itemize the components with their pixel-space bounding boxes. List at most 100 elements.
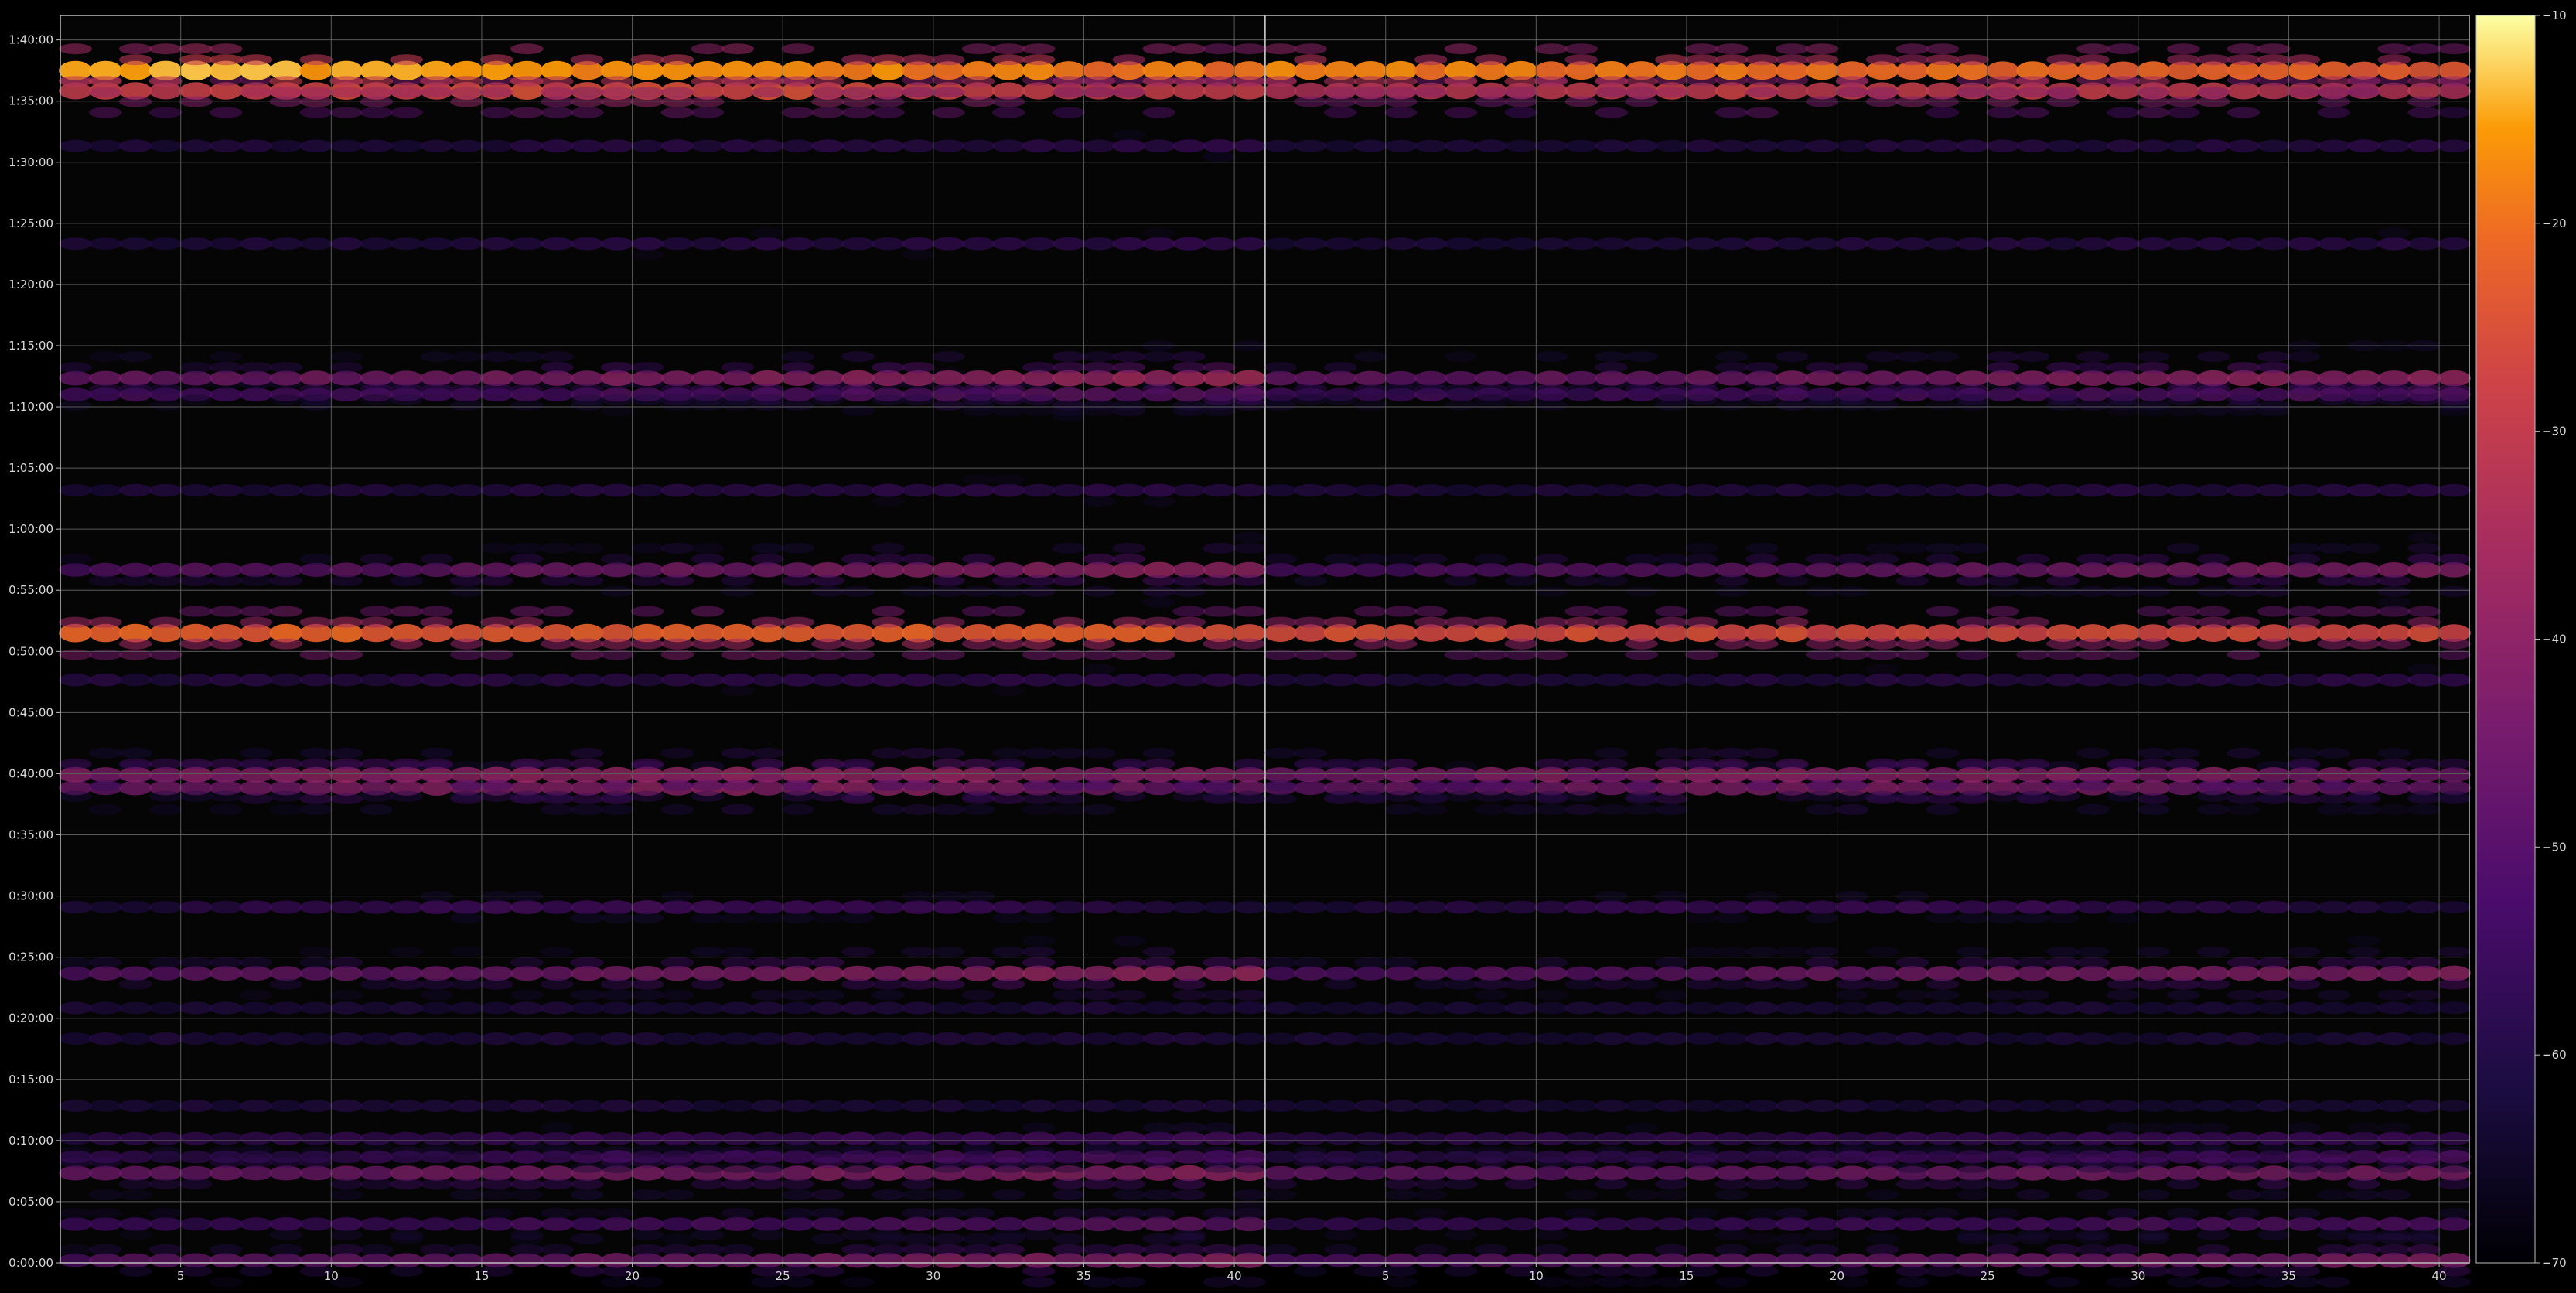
heat-cell — [1172, 989, 1206, 1001]
heat-cell — [88, 139, 122, 152]
heat-cell — [1655, 803, 1688, 815]
heat-cell — [1203, 957, 1236, 968]
heat-cell — [1414, 484, 1448, 497]
heat-cell — [2016, 1217, 2050, 1231]
heat-cell — [1625, 1276, 1659, 1288]
heat-cell — [420, 989, 453, 1001]
heat-cell — [902, 673, 935, 687]
heat-cell — [1564, 54, 1598, 66]
heat-cell — [1022, 747, 1056, 759]
heat-cell — [299, 1165, 333, 1181]
heat-cell — [931, 87, 965, 98]
heat-cell — [1294, 1265, 1327, 1277]
heat-cell — [118, 1100, 152, 1113]
heat-cell — [1835, 767, 1869, 783]
heat-cell — [1714, 585, 1749, 597]
heat-cell — [59, 1244, 92, 1255]
heat-cell — [1264, 1244, 1297, 1255]
heat-cell — [1172, 1131, 1206, 1146]
heat-cell — [2107, 900, 2140, 914]
heat-cell — [781, 780, 815, 791]
heat-cell — [781, 107, 815, 118]
heat-cell — [329, 139, 363, 152]
heat-cell — [811, 900, 844, 914]
heat-cell — [329, 649, 363, 660]
heat-cell — [660, 1131, 694, 1145]
heat-cell — [1384, 553, 1418, 565]
heat-cell — [1112, 1001, 1146, 1015]
heat-cell — [570, 1144, 604, 1155]
heat-cell — [540, 484, 574, 497]
heat-cell — [209, 575, 243, 586]
heat-cell — [1714, 139, 1749, 152]
heat-cell — [2377, 1162, 2411, 1173]
heat-cell — [1294, 1253, 1327, 1267]
heat-cell — [1625, 87, 1659, 98]
heat-cell — [2016, 237, 2050, 251]
heat-cell — [2438, 649, 2471, 660]
heat-cell — [2377, 673, 2411, 687]
heat-cell — [2016, 384, 2050, 395]
heat-cell — [691, 384, 725, 395]
heat-cell — [1203, 1032, 1236, 1046]
y-tick-label: 1:00:00 — [9, 522, 53, 536]
heat-cell — [2257, 1032, 2291, 1045]
heat-cell — [1835, 1253, 1869, 1268]
heat-cell — [721, 370, 755, 386]
heat-cell — [691, 1001, 725, 1015]
heat-cell — [450, 946, 483, 957]
heat-cell — [630, 1100, 664, 1113]
heat-cell — [1203, 1162, 1236, 1173]
heat-cell — [811, 87, 844, 98]
heat-cell — [2076, 966, 2110, 981]
heat-cell — [1022, 793, 1056, 804]
heat-cell — [660, 575, 694, 586]
colorbar-tick-label: −20 — [2542, 217, 2567, 230]
heat-cell — [1595, 767, 1629, 783]
heat-cell — [1865, 790, 1899, 802]
heat-cell — [1504, 563, 1538, 577]
heat-cell — [1625, 638, 1659, 650]
heat-cell — [2377, 394, 2411, 406]
heat-cell — [872, 542, 905, 554]
heat-cell — [2317, 1276, 2351, 1288]
heat-cell — [600, 913, 634, 924]
heat-cell — [1534, 400, 1568, 411]
heat-cell — [1865, 1131, 1899, 1145]
heat-cell — [1805, 1001, 1839, 1015]
heat-cell — [570, 54, 604, 66]
heat-cell — [1142, 76, 1176, 87]
heat-cell — [811, 649, 844, 660]
heat-cell — [269, 606, 303, 617]
heat-cell — [2226, 394, 2260, 406]
heat-cell — [691, 638, 725, 650]
heat-cell — [1956, 966, 1990, 981]
heat-cell — [1323, 674, 1357, 687]
heat-cell — [811, 790, 844, 802]
heat-cell — [2317, 673, 2351, 687]
heat-cell — [420, 891, 453, 902]
heat-cell — [691, 913, 725, 924]
heat-cell — [1926, 370, 1960, 386]
heat-cell — [1895, 370, 1929, 386]
heat-cell — [179, 1131, 213, 1145]
heat-cell — [2166, 107, 2200, 118]
heat-cell — [931, 1233, 965, 1244]
heat-cell — [1714, 1217, 1749, 1231]
heat-cell — [931, 1131, 965, 1145]
heat-cell — [1052, 1253, 1086, 1268]
heat-cell — [1775, 978, 1809, 990]
heat-cell — [2377, 562, 2411, 578]
heat-cell — [691, 1100, 725, 1112]
heat-cell — [2196, 790, 2230, 802]
heat-cell — [751, 384, 785, 395]
heat-cell — [1294, 139, 1327, 152]
heat-cell — [1414, 370, 1448, 386]
heat-cell — [1384, 384, 1418, 395]
heat-cell — [2377, 638, 2411, 650]
heat-cell — [570, 747, 604, 759]
heat-cell — [1082, 237, 1116, 251]
colorbar-gradient — [2475, 15, 2536, 1264]
heat-cell — [1142, 1216, 1176, 1232]
heat-cell — [1142, 575, 1176, 586]
